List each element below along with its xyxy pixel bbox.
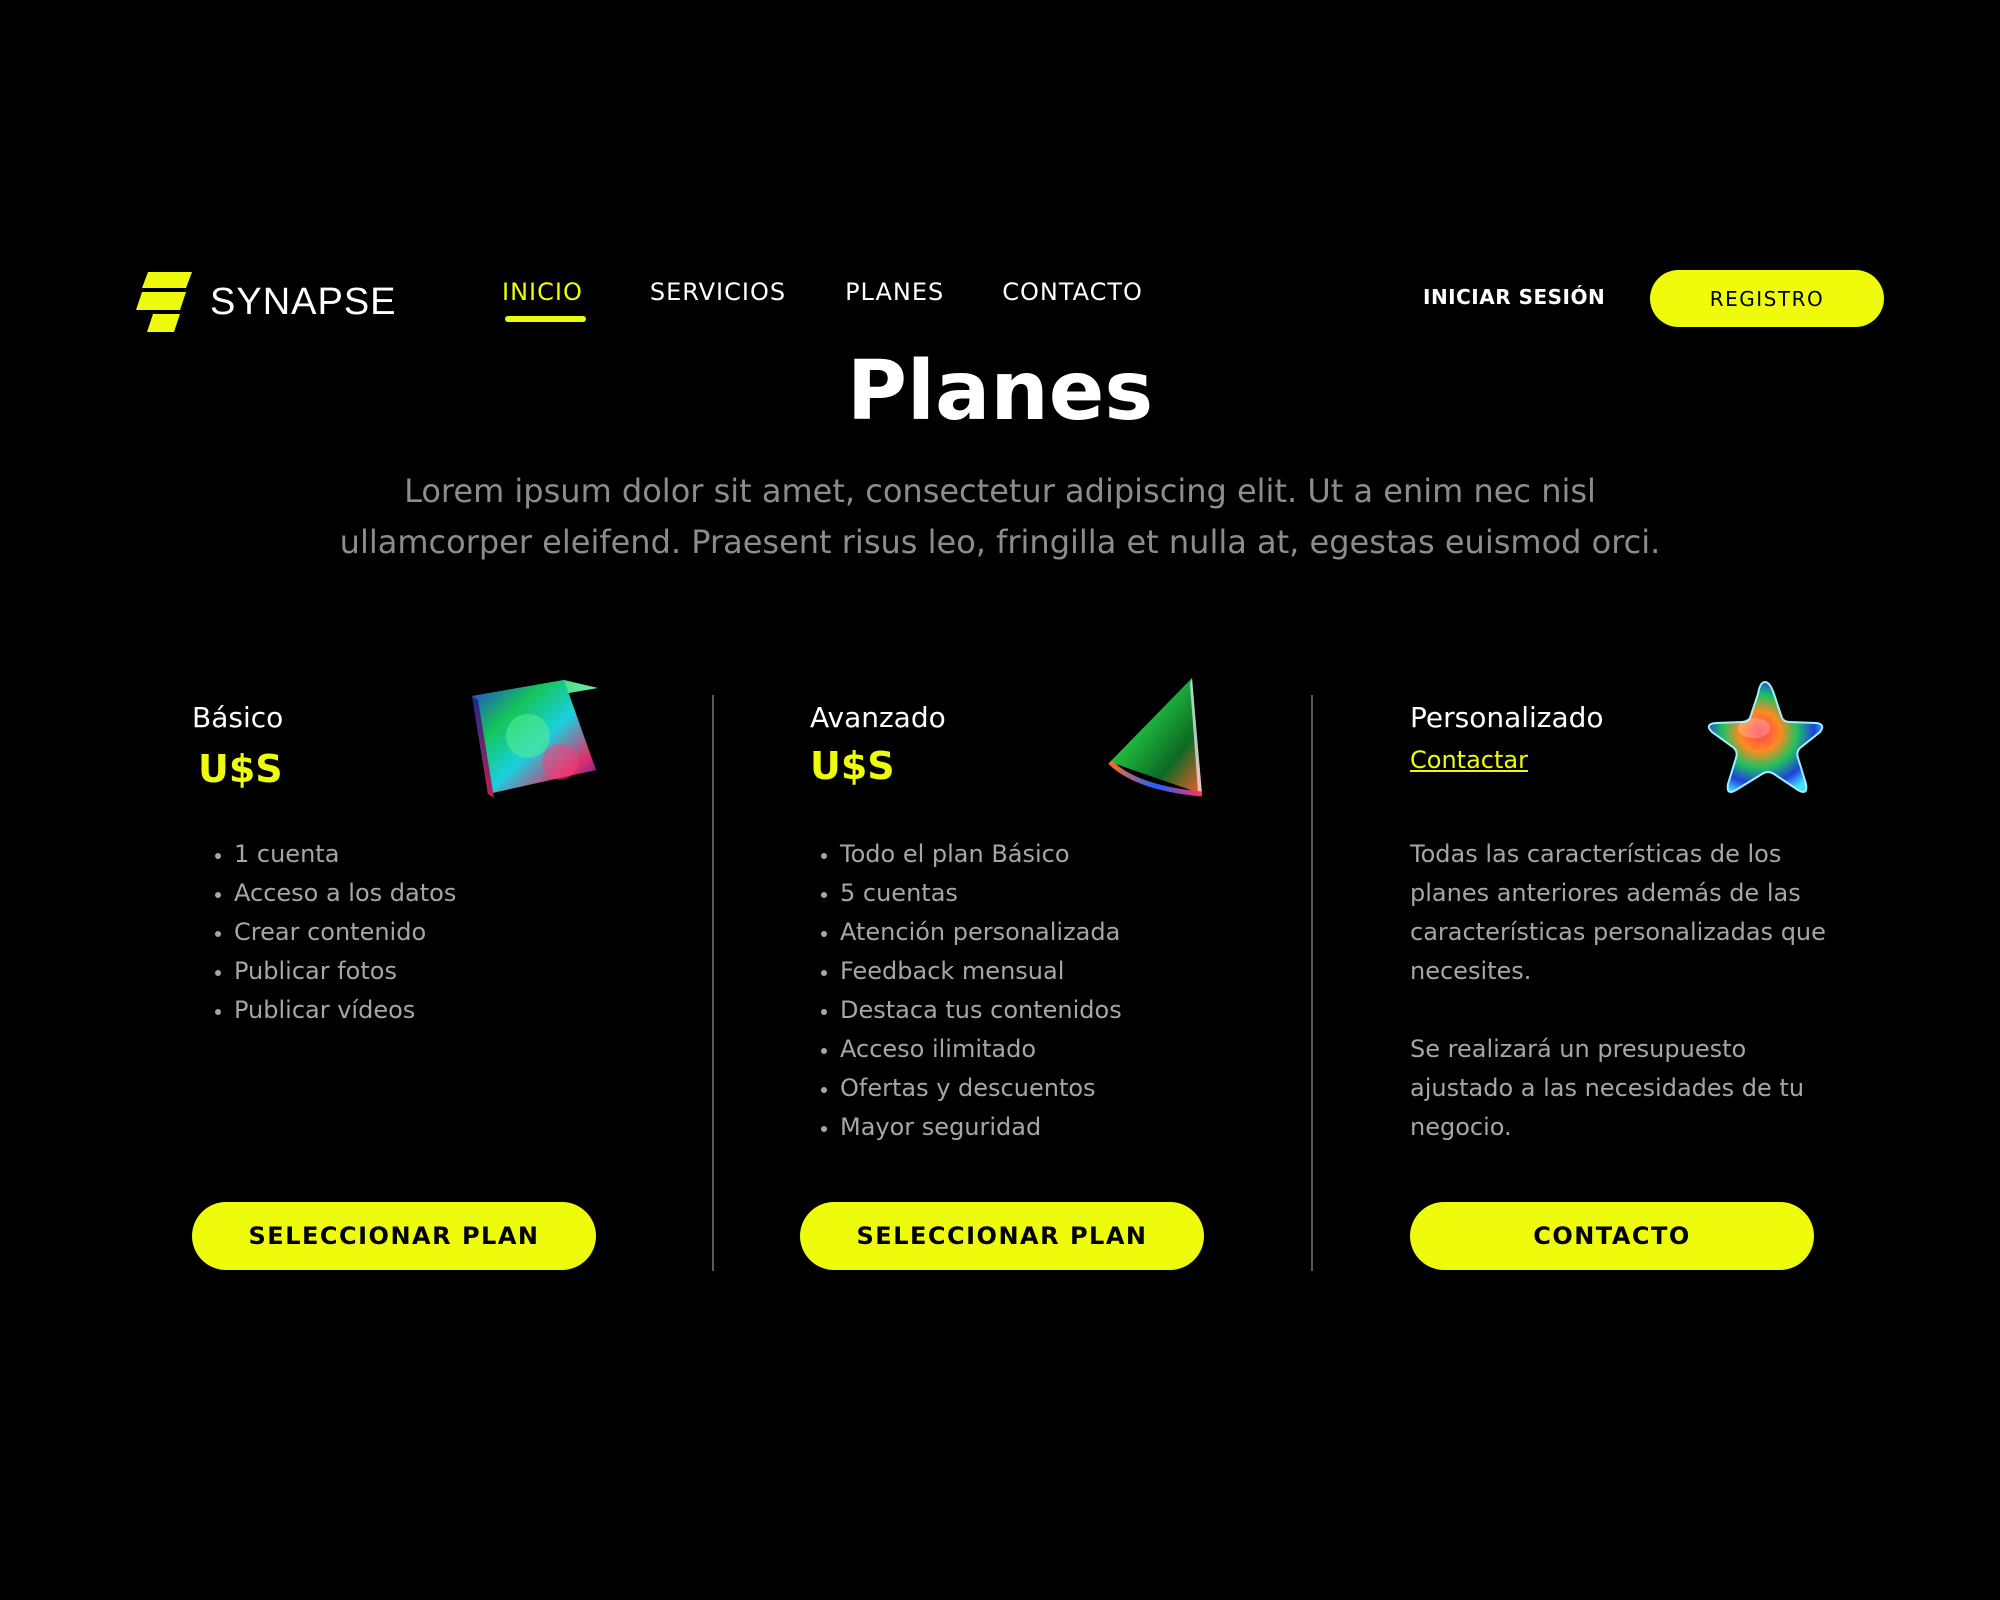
list-item: Ofertas y descuentos (840, 1069, 1122, 1108)
plan-name: Avanzado (810, 701, 946, 734)
list-item: Destaca tus contenidos (840, 991, 1122, 1030)
list-item: 5 cuentas (840, 874, 1122, 913)
holographic-cone-icon (1106, 676, 1206, 798)
intro-line-2: ullamcorper eleifend. Praesent risus leo… (339, 523, 1661, 561)
plan-feature-list: Todo el plan Básico 5 cuentas Atención p… (798, 835, 1122, 1147)
nav-item-planes[interactable]: PLANES (845, 278, 944, 306)
plan-name: Básico (192, 701, 284, 734)
plan-price: U$S (198, 747, 283, 791)
column-divider (1311, 695, 1313, 1271)
list-item: 1 cuenta (234, 835, 456, 874)
nav-item-servicios[interactable]: SERVICIOS (650, 278, 786, 306)
intro-line-1: Lorem ipsum dolor sit amet, consectetur … (404, 472, 1596, 510)
login-link[interactable]: INICIAR SESIÓN (1423, 285, 1605, 309)
nav-item-label: PLANES (845, 278, 945, 306)
list-item: Atención personalizada (840, 913, 1122, 952)
contact-link[interactable]: Contactar (1410, 746, 1528, 774)
column-divider (712, 695, 714, 1271)
main-nav: INICIO SERVICIOS PLANES CONTACTO (495, 278, 1143, 322)
register-button[interactable]: REGISTRO (1650, 270, 1884, 327)
list-item: Mayor seguridad (840, 1108, 1122, 1147)
brand-logo[interactable]: SYNAPSE (134, 270, 397, 334)
holographic-star-icon (1702, 678, 1828, 800)
holographic-cube-icon (468, 676, 604, 800)
select-plan-button[interactable]: SELECCIONAR PLAN (192, 1202, 596, 1270)
select-plan-button[interactable]: SELECCIONAR PLAN (800, 1202, 1204, 1270)
plan-description: Se realizará un presupuesto ajustado a l… (1410, 1035, 1805, 1141)
plan-description: Todas las características de los planes … (1410, 840, 1826, 985)
list-item: Crear contenido (234, 913, 456, 952)
brand-name: SYNAPSE (210, 280, 397, 323)
nav-item-label: INICIO (502, 278, 583, 306)
list-item: Publicar fotos (234, 952, 456, 991)
plan-price: U$S (810, 744, 895, 788)
nav-item-inicio[interactable]: INICIO (502, 278, 586, 322)
list-item: Feedback mensual (840, 952, 1122, 991)
active-nav-underline (505, 316, 586, 322)
list-item: Todo el plan Básico (840, 835, 1122, 874)
synapse-logo-icon (134, 270, 192, 334)
nav-item-label: CONTACTO (1002, 278, 1143, 306)
contact-button[interactable]: CONTACTO (1410, 1202, 1814, 1270)
plan-name: Personalizado (1410, 701, 1604, 734)
list-item: Publicar vídeos (234, 991, 456, 1030)
intro-text: Lorem ipsum dolor sit amet, consectetur … (280, 466, 1720, 568)
list-item: Acceso ilimitado (840, 1030, 1122, 1069)
plan-feature-list: 1 cuenta Acceso a los datos Crear conten… (192, 835, 456, 1030)
list-item: Acceso a los datos (234, 874, 456, 913)
nav-item-contacto[interactable]: CONTACTO (1002, 278, 1143, 306)
nav-item-label: SERVICIOS (649, 278, 787, 306)
page-title: Planes (846, 344, 1154, 439)
